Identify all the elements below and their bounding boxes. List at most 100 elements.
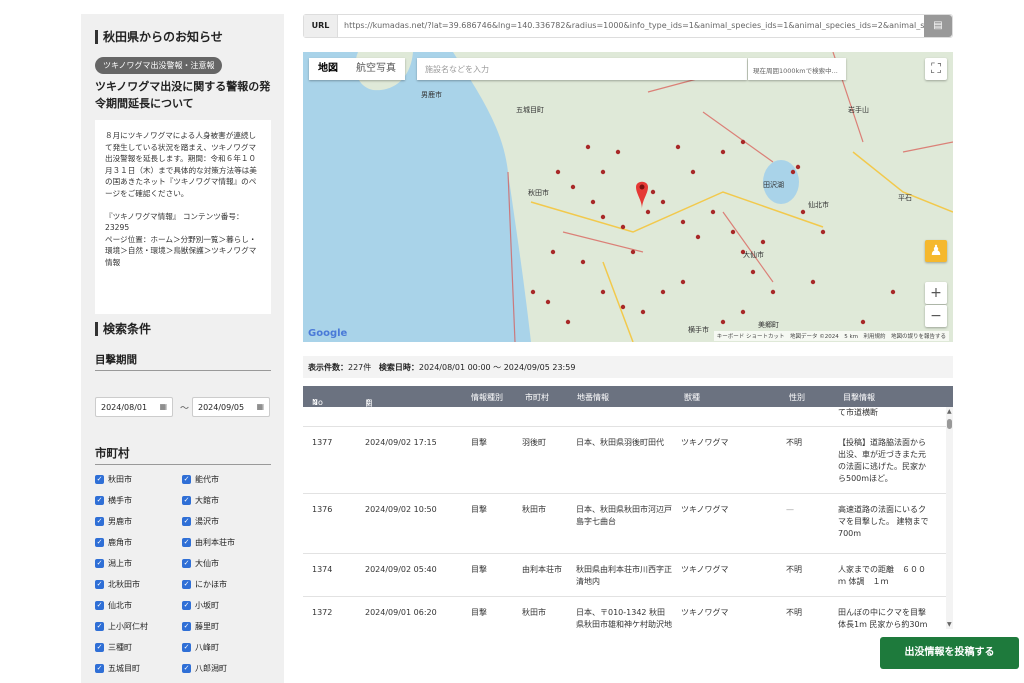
table-row[interactable]: 1372 2024/09/01 06:20 目撃 秋田市 日本、〒010-134… (303, 596, 946, 629)
check-icon: ✓ (182, 601, 191, 610)
municipality-checkbox[interactable]: ✓ 藤里町 (182, 621, 219, 632)
checkbox-label: 北秋田市 (108, 580, 140, 589)
municipality-checkbox[interactable]: ✓ 湯沢市 (182, 516, 219, 527)
radius-search-button[interactable]: 現在周囲1000kmで検索中... (748, 58, 846, 80)
url-bar: URL https://kumadas.net/?lat=39.686746&l… (303, 14, 953, 38)
notice-box: ８月にツキノワグマによる人身被害が連続して発生している状況を踏まえ、ツキノワグマ… (95, 120, 271, 314)
notice-heading: 秋田県からのお知らせ (95, 30, 223, 44)
municipality-checkbox[interactable]: ✓ 能代市 (182, 474, 219, 485)
cell-no: 1374 (312, 565, 333, 574)
municipality-checkbox[interactable]: ✓ 上小阿仁村 (95, 621, 148, 632)
cell-no: 1372 (312, 608, 333, 617)
check-icon: ✓ (182, 538, 191, 547)
cell-date: 2024/09/02 10:50 (365, 505, 437, 514)
check-icon: ✓ (95, 580, 104, 589)
map-search-input[interactable]: 施設名などを入力 (417, 58, 747, 80)
check-icon: ✓ (95, 559, 104, 568)
checkbox-label: 男鹿市 (108, 517, 132, 526)
tab-aerial[interactable]: 航空写真 (347, 58, 405, 80)
date-to-input[interactable]: 2024/09/05 ▦ (192, 397, 270, 417)
municipality-checkbox[interactable]: ✓ 三種町 (95, 642, 132, 653)
sighting-markers (530, 139, 896, 325)
municipality-heading: 市町村 (95, 445, 271, 465)
sidebar: 秋田県からのお知らせ ツキノワグマ出没警報・注意報 ツキノワグマ出没に関する警報… (81, 14, 284, 683)
municipality-checkbox[interactable]: ✓ 秋田市 (95, 474, 132, 485)
cell-species: ツキノワグマ (681, 438, 729, 447)
svg-text:秋田市: 秋田市 (528, 188, 549, 197)
table-body: て市道横断 1377 2024/09/02 17:15 目撃 羽後町 日本、秋田… (303, 407, 946, 629)
tab-map[interactable]: 地図 (309, 58, 347, 80)
cell-info: 田んぼの中にクマを目撃 体長1m 民家から約30m (838, 608, 928, 629)
calendar-icon[interactable]: ▦ (159, 402, 167, 411)
svg-text:五城目町: 五城目町 (516, 106, 544, 114)
plus-icon: + (930, 285, 942, 301)
checkbox-label: 藤里町 (195, 622, 219, 631)
notice-title[interactable]: ツキノワグマ出没に関する警報の発令期間延長について (95, 78, 275, 112)
checkbox-label: 小坂町 (195, 601, 219, 610)
col-sex: 性別 (789, 393, 805, 402)
municipality-checkbox[interactable]: ✓ 五城目町 (95, 663, 140, 674)
result-count: 227件 (348, 363, 372, 372)
cell-type: 目撃 (471, 438, 487, 447)
cell-city: 羽後町 (522, 438, 546, 447)
pegman-icon: ♟ (929, 243, 943, 259)
cell-address: 日本、秋田県羽後町田代 (576, 438, 664, 447)
date-from-input[interactable]: 2024/08/01 ▦ (95, 397, 173, 417)
cell-info: 【投稿】道路脇法面から出没、車が近づきまた元の法面に逃げた。民家から500mほど… (838, 438, 926, 483)
check-icon: ✓ (182, 496, 191, 505)
municipality-checkbox[interactable]: ✓ にかほ市 (182, 579, 227, 590)
copy-url-button[interactable]: ▤ (924, 15, 952, 37)
checkbox-label: 秋田市 (108, 475, 132, 484)
url-field[interactable]: https://kumadas.net/?lat=39.686746&lng=1… (344, 21, 924, 30)
zoom-in-button[interactable]: + (925, 282, 947, 304)
check-icon: ✓ (95, 622, 104, 631)
table-row[interactable]: 1377 2024/09/02 17:15 目撃 羽後町 日本、秋田県羽後町田代… (303, 426, 946, 490)
range-separator: 〜 (180, 404, 190, 414)
period-label: 検索日時： (378, 363, 419, 372)
period-heading: 目撃期間 (95, 352, 271, 371)
calendar-icon[interactable]: ▦ (256, 402, 264, 411)
scroll-up-icon[interactable]: ▲ (947, 408, 952, 415)
checkbox-label: 五城目町 (108, 664, 140, 673)
municipality-checkbox[interactable]: ✓ 潟上市 (95, 558, 132, 569)
municipality-checkbox[interactable]: ✓ 八郎潟町 (182, 663, 227, 674)
zoom-out-button[interactable]: − (925, 305, 947, 327)
cell-date: 2024/09/01 06:20 (365, 608, 437, 617)
cell-info: 人家までの距離 ６００ｍ 体調 １ｍ (838, 565, 926, 586)
svg-text:仙北市: 仙北市 (808, 200, 829, 209)
municipality-checkbox[interactable]: ✓ 大仙市 (182, 558, 219, 569)
cell-species: ツキノワグマ (681, 505, 729, 514)
notice-page-location: ページ位置：ホーム＞分野別一覧＞暮らし・環境＞自然・環境＞鳥獣保護＞ツキノワグマ… (105, 234, 257, 267)
map-type-tabs: 地図 航空写真 (309, 58, 405, 80)
post-sighting-button[interactable]: 出没情報を投稿する (880, 637, 1019, 669)
municipality-checkbox[interactable]: ✓ 大館市 (182, 495, 219, 506)
table-row[interactable]: 1376 2024/09/02 10:50 目撃 秋田市 日本、秋田県秋田市河辺… (303, 493, 946, 551)
check-icon: ✓ (95, 475, 104, 484)
cell-no: 1376 (312, 505, 333, 514)
municipality-checkbox[interactable]: ✓ 小坂町 (182, 600, 219, 611)
table-scrollbar[interactable]: ▲ ▼ (946, 407, 953, 629)
check-icon: ✓ (95, 601, 104, 610)
municipality-checkbox[interactable]: ✓ 鹿角市 (95, 537, 132, 548)
svg-text:美郷町: 美郷町 (758, 320, 779, 329)
check-icon: ✓ (182, 559, 191, 568)
cell-sex: 不明 (786, 565, 802, 574)
municipality-checkbox[interactable]: ✓ 北秋田市 (95, 579, 140, 590)
scroll-down-icon[interactable]: ▼ (947, 621, 952, 628)
municipality-checkbox[interactable]: ✓ 仙北市 (95, 600, 132, 611)
check-icon: ✓ (95, 664, 104, 673)
street-view-button[interactable]: ♟ (925, 240, 947, 262)
scroll-thumb[interactable] (947, 419, 952, 429)
sort-icon: ⇕ (312, 398, 319, 407)
municipality-checkbox[interactable]: ✓ 由利本荘市 (182, 537, 235, 548)
date-to-value: 2024/09/05 (198, 403, 245, 412)
table-row[interactable]: 1374 2024/09/02 05:40 目撃 由利本荘市 秋田県由利本荘市川… (303, 553, 946, 594)
municipality-checkbox[interactable]: ✓ 八峰町 (182, 642, 219, 653)
municipality-checkbox[interactable]: ✓ 横手市 (95, 495, 132, 506)
municipality-checkbox[interactable]: ✓ 男鹿市 (95, 516, 132, 527)
checkbox-label: 仙北市 (108, 601, 132, 610)
alert-tag[interactable]: ツキノワグマ出没警報・注意報 (95, 57, 223, 74)
fullscreen-button[interactable]: ⛶ (925, 58, 947, 80)
svg-text:大仙市: 大仙市 (743, 250, 764, 259)
map[interactable]: 秋田市 男鹿市 五城目町 田沢湖 仙北市 大仙市 美郷町 横手市 岩手山 平石 … (303, 52, 953, 342)
